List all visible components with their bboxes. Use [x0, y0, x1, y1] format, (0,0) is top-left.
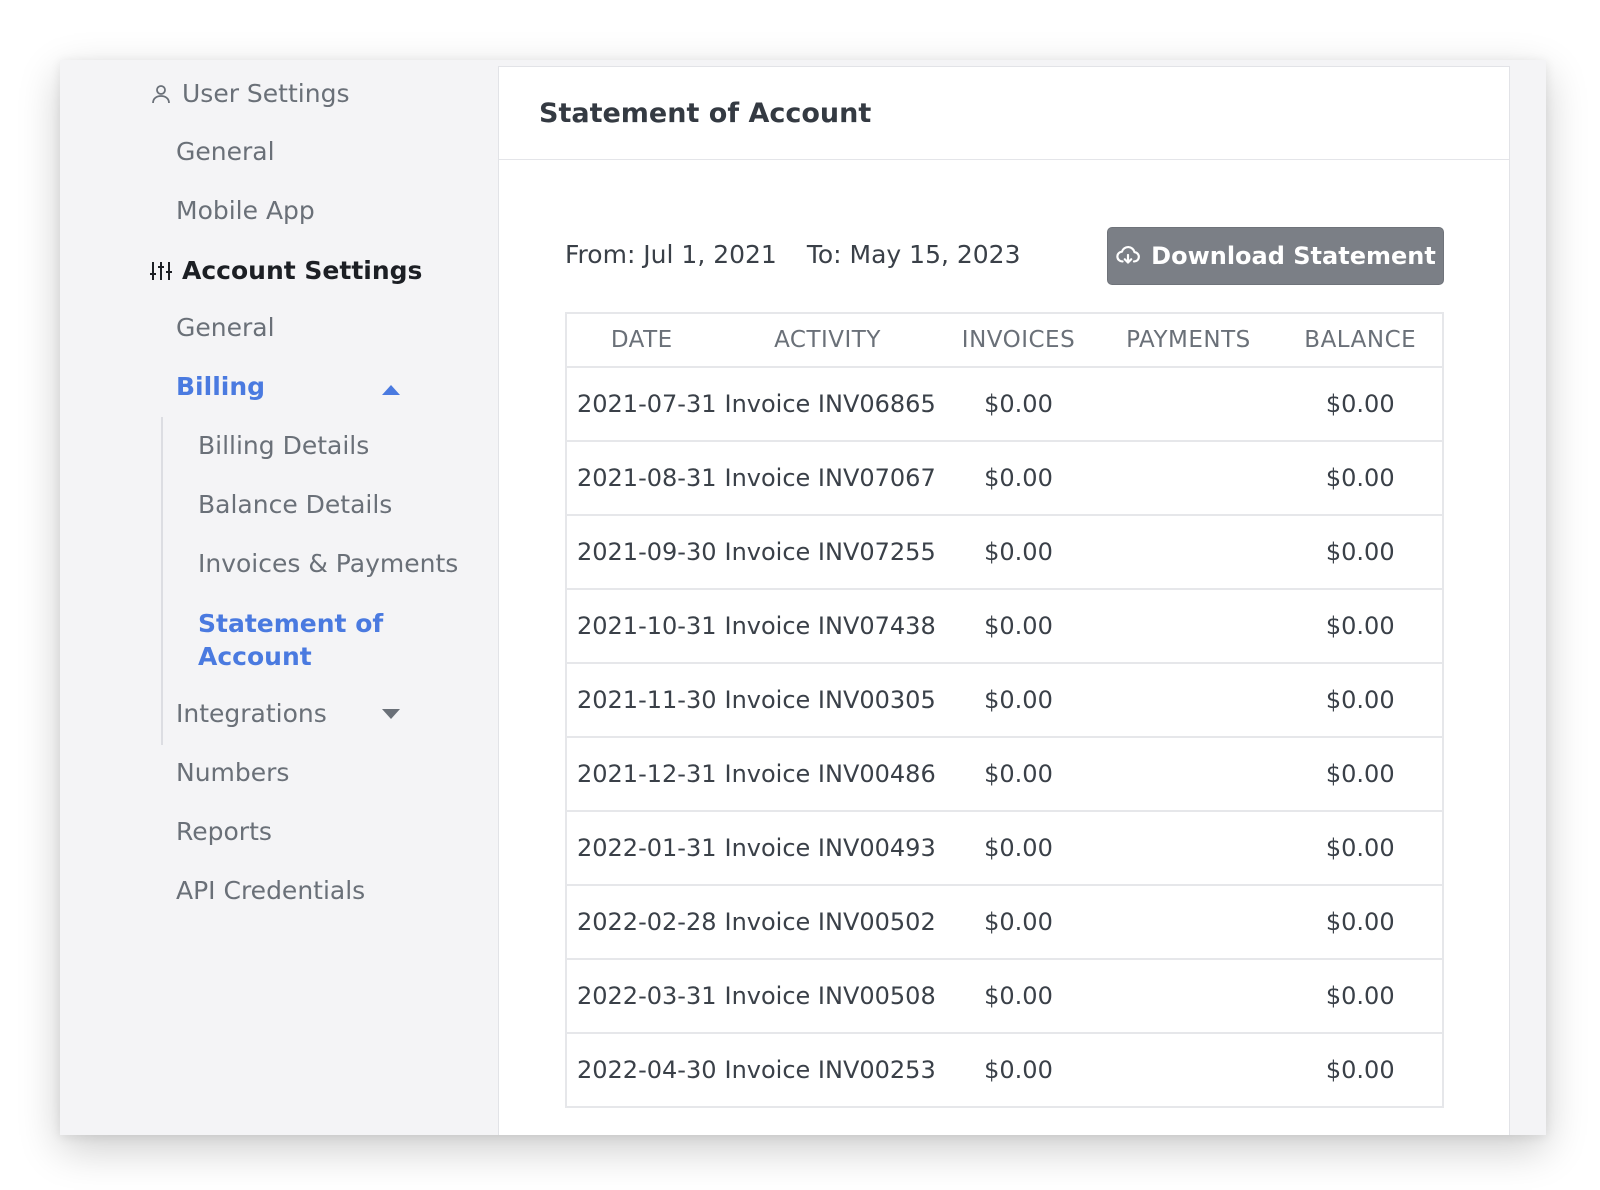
date-range-to: To: May 15, 2023 — [806, 240, 1021, 269]
cell-balance: $0.00 — [1278, 885, 1443, 960]
sidebar-item-mobile-app[interactable]: Mobile App — [176, 196, 315, 225]
sidebar-item-statement-of-account[interactable]: Statement of Account — [198, 607, 428, 673]
cell-payments — [1098, 737, 1279, 812]
cell-date: 2021-11-30 — [566, 663, 717, 738]
cell-payments — [1098, 959, 1279, 1034]
page-title: Statement of Account — [539, 97, 872, 129]
table-row: 2021-08-31 Invoice INV07067 $0.00 $0.00 — [566, 441, 1443, 516]
cell-date: 2021-09-30 — [566, 515, 717, 590]
cell-invoices: $0.00 — [938, 959, 1099, 1034]
cell-balance: $0.00 — [1278, 737, 1443, 812]
cell-date: 2021-08-31 — [566, 441, 717, 516]
cell-invoices: $0.00 — [938, 811, 1099, 886]
statement-table: DATE ACTIVITY INVOICES PAYMENTS BALANCE … — [565, 312, 1444, 1108]
cell-payments — [1098, 367, 1279, 442]
sliders-icon — [148, 258, 174, 284]
statement-panel: Statement of Account From: Jul 1, 2021 T… — [498, 66, 1510, 1135]
cell-invoices: $0.00 — [938, 367, 1099, 442]
table-row: 2021-11-30 Invoice INV00305 $0.00 $0.00 — [566, 663, 1443, 738]
sidebar-item-integrations[interactable]: Integrations — [176, 699, 327, 728]
table-header-row: DATE ACTIVITY INVOICES PAYMENTS BALANCE — [566, 313, 1443, 368]
cell-payments — [1098, 589, 1279, 664]
cell-activity[interactable]: Invoice INV07255 — [716, 515, 939, 590]
sidebar-group-user-settings[interactable]: User Settings — [148, 79, 349, 108]
table-row: 2021-07-31 Invoice INV06865 $0.00 $0.00 — [566, 367, 1443, 442]
table-row: 2022-01-31 Invoice INV00493 $0.00 $0.00 — [566, 811, 1443, 886]
sidebar-group-account-settings[interactable]: Account Settings — [148, 256, 422, 285]
cell-date: 2022-02-28 — [566, 885, 717, 960]
cell-invoices: $0.00 — [938, 1033, 1099, 1108]
sidebar-item-reports[interactable]: Reports — [176, 817, 272, 846]
cell-activity[interactable]: Invoice INV07438 — [716, 589, 939, 664]
settings-sidebar: User Settings General Mobile App Account… — [60, 60, 508, 1135]
cell-activity[interactable]: Invoice INV06865 — [716, 367, 939, 442]
cell-activity[interactable]: Invoice INV00486 — [716, 737, 939, 812]
cell-payments — [1098, 1033, 1279, 1108]
sidebar-item-balance-details[interactable]: Balance Details — [198, 490, 392, 519]
cell-invoices: $0.00 — [938, 663, 1099, 738]
submenu-rail — [161, 417, 163, 745]
cell-balance: $0.00 — [1278, 1033, 1443, 1108]
chevron-up-icon[interactable] — [382, 385, 400, 395]
column-header-balance: BALANCE — [1278, 313, 1443, 368]
column-header-activity: ACTIVITY — [716, 313, 939, 368]
cell-balance: $0.00 — [1278, 663, 1443, 738]
sidebar-group-label: User Settings — [182, 79, 350, 108]
date-range: From: Jul 1, 2021 To: May 15, 2023 — [565, 240, 1021, 269]
cell-payments — [1098, 885, 1279, 960]
table-row: 2021-12-31 Invoice INV00486 $0.00 $0.00 — [566, 737, 1443, 812]
cell-balance: $0.00 — [1278, 367, 1443, 442]
cell-activity[interactable]: Invoice INV07067 — [716, 441, 939, 516]
app-window: User Settings General Mobile App Account… — [60, 60, 1546, 1135]
user-icon — [148, 81, 174, 107]
download-statement-label: Download Statement — [1151, 242, 1436, 270]
sidebar-item-billing[interactable]: Billing — [176, 372, 265, 401]
cell-payments — [1098, 515, 1279, 590]
cell-payments — [1098, 811, 1279, 886]
chevron-down-icon[interactable] — [382, 709, 400, 719]
column-header-payments: PAYMENTS — [1098, 313, 1279, 368]
sidebar-item-user-general[interactable]: General — [176, 137, 275, 166]
cell-date: 2021-10-31 — [566, 589, 717, 664]
table-row: 2021-10-31 Invoice INV07438 $0.00 $0.00 — [566, 589, 1443, 664]
cell-invoices: $0.00 — [938, 589, 1099, 664]
table-row: 2022-02-28 Invoice INV00502 $0.00 $0.00 — [566, 885, 1443, 960]
table-row: 2021-09-30 Invoice INV07255 $0.00 $0.00 — [566, 515, 1443, 590]
sidebar-item-account-general[interactable]: General — [176, 313, 275, 342]
cell-invoices: $0.00 — [938, 737, 1099, 812]
cell-date: 2021-12-31 — [566, 737, 717, 812]
sidebar-item-numbers[interactable]: Numbers — [176, 758, 289, 787]
cell-date: 2021-07-31 — [566, 367, 717, 442]
cell-balance: $0.00 — [1278, 589, 1443, 664]
cell-activity[interactable]: Invoice INV00305 — [716, 663, 939, 738]
cell-payments — [1098, 441, 1279, 516]
sidebar-item-api-credentials[interactable]: API Credentials — [176, 876, 365, 905]
table-row: 2022-03-31 Invoice INV00508 $0.00 $0.00 — [566, 959, 1443, 1034]
cell-date: 2022-03-31 — [566, 959, 717, 1034]
column-header-invoices: INVOICES — [938, 313, 1099, 368]
download-statement-button[interactable]: Download Statement — [1107, 227, 1444, 285]
panel-header: Statement of Account — [499, 67, 1509, 160]
cell-activity[interactable]: Invoice INV00508 — [716, 959, 939, 1034]
cell-activity[interactable]: Invoice INV00502 — [716, 885, 939, 960]
cell-date: 2022-01-31 — [566, 811, 717, 886]
cell-balance: $0.00 — [1278, 811, 1443, 886]
cell-payments — [1098, 663, 1279, 738]
date-range-from: From: Jul 1, 2021 — [565, 240, 777, 269]
cell-invoices: $0.00 — [938, 515, 1099, 590]
cell-activity[interactable]: Invoice INV00493 — [716, 811, 939, 886]
cell-balance: $0.00 — [1278, 515, 1443, 590]
sidebar-item-invoices-payments[interactable]: Invoices & Payments — [198, 549, 458, 578]
cell-balance: $0.00 — [1278, 959, 1443, 1034]
sidebar-group-label: Account Settings — [182, 256, 423, 285]
cell-balance: $0.00 — [1278, 441, 1443, 516]
cell-invoices: $0.00 — [938, 441, 1099, 516]
sidebar-item-billing-details[interactable]: Billing Details — [198, 431, 369, 460]
cell-date: 2022-04-30 — [566, 1033, 717, 1108]
column-header-date: DATE — [566, 313, 717, 368]
cell-invoices: $0.00 — [938, 885, 1099, 960]
cell-activity[interactable]: Invoice INV00253 — [716, 1033, 939, 1108]
table-row: 2022-04-30 Invoice INV00253 $0.00 $0.00 — [566, 1033, 1443, 1108]
cloud-download-icon — [1115, 243, 1141, 269]
